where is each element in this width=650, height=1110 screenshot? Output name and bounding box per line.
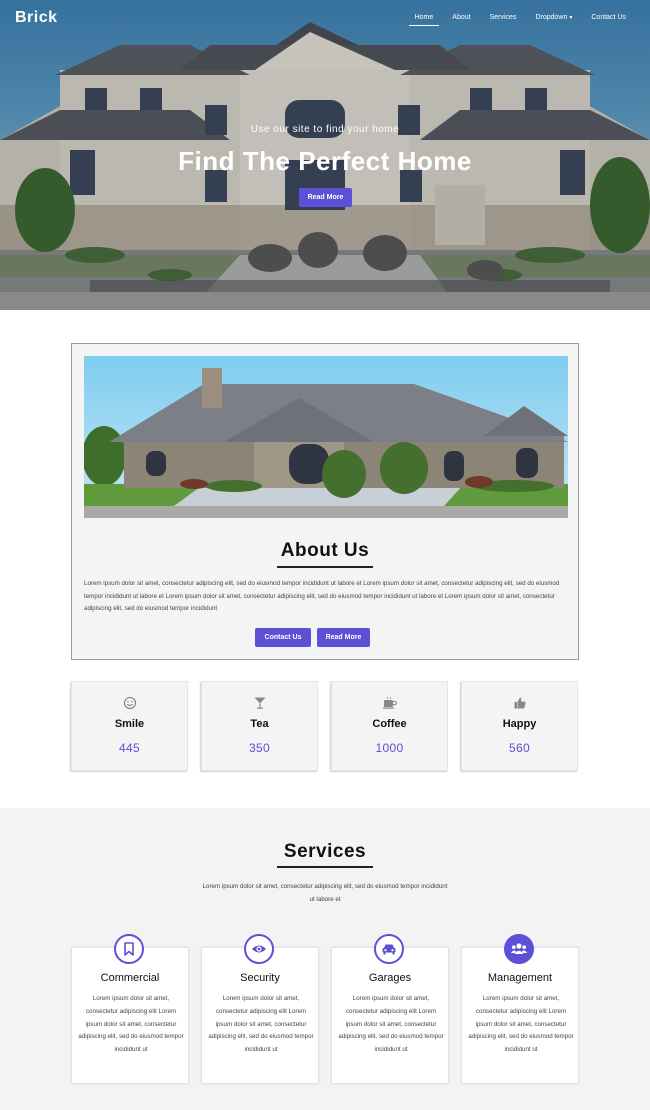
stat-label: Happy xyxy=(502,718,537,730)
stat-label: Coffee xyxy=(372,718,407,730)
coffee-cup-icon xyxy=(332,696,447,710)
stat-label: Tea xyxy=(250,718,269,730)
nav-services[interactable]: Services xyxy=(484,14,523,21)
service-card-text: Lorem ipsum dolor sit amet, consectetur … xyxy=(78,995,184,1054)
about-house-image xyxy=(84,356,568,518)
caret-down-icon: ▾ xyxy=(569,15,573,21)
eye-icon xyxy=(244,934,274,964)
nav-about[interactable]: About xyxy=(446,14,476,21)
smile-icon xyxy=(72,696,187,710)
bookmark-icon xyxy=(114,934,144,964)
hero-title: Find The Perfect Home xyxy=(178,146,472,176)
stat-card-coffee: Coffee 1000 xyxy=(331,681,448,771)
nav-dropdown-label: Dropdown xyxy=(535,14,568,21)
stat-label: Smile xyxy=(114,718,145,730)
nav-dropdown[interactable]: Dropdown ▾ xyxy=(529,14,578,21)
about-contact-us-button[interactable]: Contact Us xyxy=(255,628,311,647)
service-card-garages[interactable]: Garages Lorem ipsum dolor sit amet, cons… xyxy=(331,934,449,1084)
about-title: About Us xyxy=(280,540,370,561)
brand-logo[interactable]: Brick xyxy=(15,9,58,27)
stat-card-happy: Happy 560 xyxy=(461,681,578,771)
about-read-more-button[interactable]: Read More xyxy=(317,628,370,647)
services-title: Services xyxy=(283,841,367,862)
service-card-title: Management xyxy=(487,972,553,984)
service-card-text: Lorem ipsum dolor sit amet, consectetur … xyxy=(208,995,314,1054)
stat-value: 445 xyxy=(119,741,140,755)
service-card-management[interactable]: Management Lorem ipsum dolor sit amet, c… xyxy=(461,934,579,1084)
services-title-underline xyxy=(277,866,373,868)
stat-card-tea: Tea 350 xyxy=(201,681,318,771)
nav-home[interactable]: Home xyxy=(408,14,440,26)
service-card-title: Security xyxy=(240,972,280,984)
about-title-underline xyxy=(277,566,373,568)
service-card-title: Garages xyxy=(368,972,412,984)
stat-value: 1000 xyxy=(375,741,404,755)
cocktail-glass-icon xyxy=(202,696,317,710)
service-card-commercial[interactable]: Commercial Lorem ipsum dolor sit amet, c… xyxy=(71,934,189,1084)
hero-section: Brick Home About Services Dropdown ▾ Cont… xyxy=(0,0,650,310)
about-text: Lorem ipsum dolor sit amet, consectetur … xyxy=(84,580,560,612)
top-navbar: Brick Home About Services Dropdown ▾ Cont… xyxy=(0,0,650,38)
about-section: About Us Lorem ipsum dolor sit amet, con… xyxy=(71,343,579,660)
service-card-text: Lorem ipsum dolor sit amet, consectetur … xyxy=(468,995,574,1054)
car-icon xyxy=(374,934,404,964)
stat-value: 560 xyxy=(509,741,530,755)
service-card-security[interactable]: Security Lorem ipsum dolor sit amet, con… xyxy=(201,934,319,1084)
users-icon xyxy=(504,934,534,964)
stat-card-smile: Smile 445 xyxy=(71,681,188,771)
bungalow-illustration xyxy=(84,368,568,518)
hero-read-more-button[interactable]: Read More xyxy=(299,188,352,207)
hero-subtitle: Use our site to find your home xyxy=(250,124,400,135)
stat-value: 350 xyxy=(249,741,270,755)
nav-contact[interactable]: Contact Us xyxy=(585,14,632,21)
service-card-text: Lorem ipsum dolor sit amet, consectetur … xyxy=(338,995,444,1054)
thumbs-up-icon xyxy=(462,696,577,710)
services-description: Lorem ipsum dolor sit amet, consectetur … xyxy=(202,883,448,903)
service-card-title: Commercial xyxy=(100,972,160,984)
nav-menu: Home About Services Dropdown ▾ Contact Us xyxy=(402,14,632,26)
